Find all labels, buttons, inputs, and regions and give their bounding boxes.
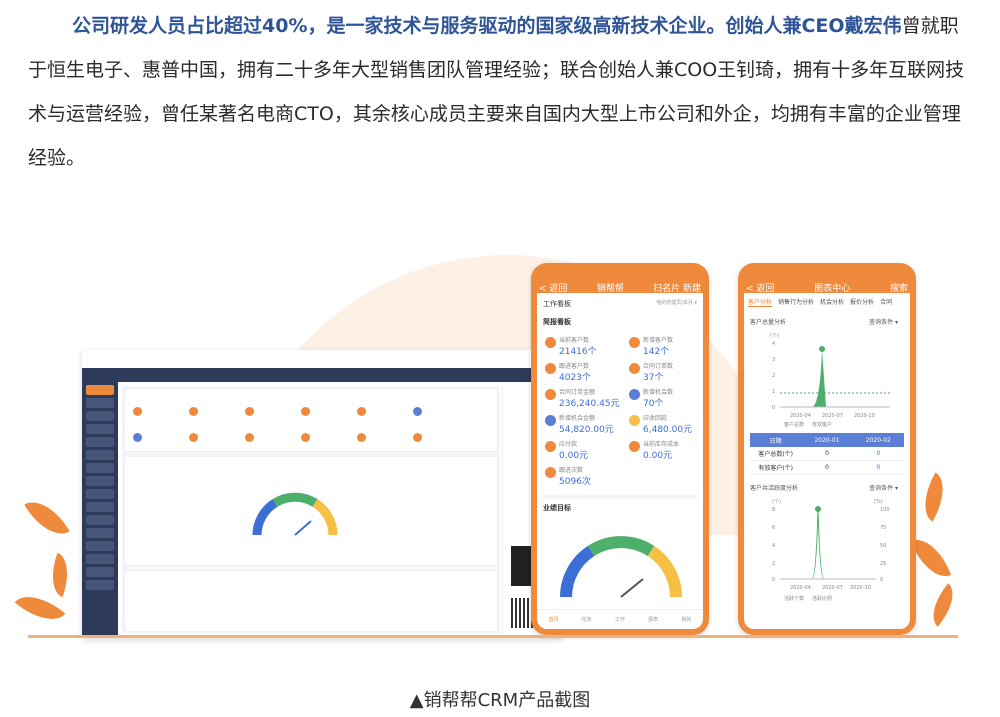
chart2-legend: 活跃个数 活跃比例: [784, 596, 833, 602]
work-board-filter[interactable]: 他的管理员/本月 ▾: [656, 299, 697, 309]
tab-work[interactable]: 工作: [615, 616, 625, 623]
svg-text:0: 0: [880, 577, 883, 583]
work-board-row: 工作看板 他的管理员/本月 ▾: [543, 299, 697, 309]
svg-text:50: 50: [880, 543, 886, 549]
desktop-list-card: [124, 570, 498, 632]
performance-title: 业绩目标: [543, 495, 697, 513]
chart1-unit: (个): [770, 333, 779, 339]
desktop-kpi-card: [124, 388, 498, 452]
kpi-item: 当前客户数 21416个: [559, 337, 597, 357]
desktop-gauge-icon: [252, 492, 338, 536]
tab-tasks[interactable]: 任务: [582, 616, 592, 623]
svg-text:2020-04: 2020-04: [790, 413, 811, 419]
kpi-item: 新增客户数 142个: [643, 337, 674, 357]
table-row: 客户总数(个) 0 0: [750, 447, 904, 461]
customer-activity-chart: (个) (%) 8 6 4 2 0 100 75 50 25 0 2020-04…: [772, 499, 890, 591]
leaf-decoration: [43, 552, 77, 598]
article-body: 曾就职于恒生电子、惠普中国，拥有二十多年大型销售团队管理经验；联合创始人兼COO…: [28, 15, 965, 169]
kpi-item: 新增机会金额 54,820.00元: [559, 415, 614, 435]
svg-text:0: 0: [772, 577, 775, 583]
ceo-name: 戴宏伟: [844, 15, 902, 37]
banner-baseline: [28, 635, 958, 638]
desktop-sidebar: [82, 382, 118, 638]
kpi-item: 跟进次数 5096次: [559, 467, 591, 487]
chart2-title: 客户共活跃度分析: [750, 485, 799, 492]
svg-text:2020-07: 2020-07: [822, 585, 843, 591]
customer-table: 日期 2020-01 2020-02 客户总数(个) 0 0 有效客户(个) 0 0: [750, 433, 904, 475]
chart1-title: 客户总量分析: [750, 319, 787, 326]
tab-quote[interactable]: 报价分析: [850, 297, 874, 307]
svg-text:2020-10: 2020-10: [854, 413, 875, 419]
svg-text:100: 100: [880, 507, 890, 513]
svg-text:25: 25: [880, 561, 886, 567]
leaf-decoration: [913, 472, 955, 522]
svg-text:4: 4: [772, 341, 775, 347]
product-screenshot-banner: < 返回 销帮帮 扫名片 新建 工作看板 他的管理员/本月 ▾ 简报看板 当前客…: [14, 255, 964, 640]
leaf-decoration: [910, 531, 952, 585]
leaf-decoration: [24, 491, 70, 545]
tab-customer-analysis[interactable]: 客户分析: [748, 297, 773, 307]
svg-text:2: 2: [772, 561, 775, 567]
svg-text:8: 8: [772, 507, 775, 513]
svg-text:(个): (个): [772, 499, 781, 505]
analysis-tabs: 客户分析 销售行为分析 机会分析 报价分析 合同: [748, 297, 910, 307]
brief-board-title: 简报看板: [543, 318, 571, 326]
svg-text:6: 6: [772, 525, 775, 531]
kpi-item: 当前库存成本 0.00元: [643, 441, 680, 461]
customer-total-chart: (个) 4 3 2 1 0 2020-04 2020-07 2020-10: [770, 333, 890, 419]
svg-text:0: 0: [772, 405, 775, 411]
chart1-filter[interactable]: 查询条件 ▾: [869, 317, 898, 326]
kpi-item: 合同订单金额 236,240.45元: [559, 389, 620, 409]
phone1-screen: 工作看板 他的管理员/本月 ▾ 简报看板 当前客户数 21416个 新增客户数 14…: [537, 293, 703, 629]
phone2-screen: 客户分析 销售行为分析 机会分析 报价分析 合同 客户总量分析 查询条件 ▾ (…: [744, 293, 910, 629]
desktop-top-bar: [82, 368, 562, 382]
chart1-legend: 客户总数 有效客户: [784, 422, 833, 428]
svg-text:4: 4: [772, 543, 775, 549]
work-board-title: 工作看板: [543, 300, 571, 308]
tab-contract[interactable]: 合同: [880, 297, 892, 307]
svg-text:75: 75: [880, 525, 886, 531]
svg-text:3: 3: [772, 357, 775, 363]
tab-me[interactable]: 我的: [681, 616, 691, 623]
table-row: 有效客户(个) 0 0: [750, 461, 904, 475]
svg-text:2: 2: [772, 373, 775, 379]
kpi-item: 应付款 0.00元: [559, 441, 589, 461]
leaf-decoration: [922, 583, 964, 627]
chart2-filter[interactable]: 查询条件 ▾: [869, 483, 898, 492]
svg-text:2020-04: 2020-04: [790, 585, 811, 591]
phone-dashboard: < 返回 销帮帮 扫名片 新建 工作看板 他的管理员/本月 ▾ 简报看板 当前客…: [531, 263, 709, 635]
image-caption: ▲销帮帮CRM产品截图: [409, 690, 591, 711]
svg-text:2020-07: 2020-07: [822, 413, 843, 419]
desktop-main: [122, 386, 500, 634]
kpi-item: 新增机会数 70个: [643, 389, 674, 409]
tab-home[interactable]: 首页: [549, 616, 559, 623]
kpi-item: 应收回款 6,480.00元: [643, 415, 693, 435]
tab-sales-behavior[interactable]: 销售行为分析: [778, 297, 814, 307]
tab-reports[interactable]: 报表: [648, 616, 658, 623]
desktop-gauge-card: [124, 456, 498, 566]
article-paragraph: 公司研发人员占比超过40%，是一家技术与服务驱动的国家级高新技术企业。创始人兼C…: [28, 4, 972, 180]
kpi-item: 合同订单数 37个: [643, 363, 674, 383]
svg-text:1: 1: [772, 389, 775, 395]
phone-chart-center: < 返回 图表中心 搜索 客户分析 销售行为分析 机会分析 报价分析 合同 客户…: [738, 263, 916, 635]
article-bold-lead: 公司研发人员占比超过40%，是一家技术与服务驱动的国家级高新技术企业。创始人兼C…: [72, 15, 845, 37]
svg-text:2020-10: 2020-10: [850, 585, 871, 591]
desktop-dashboard-mock: [82, 350, 562, 638]
phone1-tabbar: 首页 任务 工作 报表 我的: [537, 609, 703, 629]
kpi-item: 跟进客户数 4023个: [559, 363, 591, 383]
performance-gauge-icon: [560, 536, 682, 598]
tab-opportunity[interactable]: 机会分析: [820, 297, 844, 307]
svg-text:(%): (%): [874, 499, 883, 505]
